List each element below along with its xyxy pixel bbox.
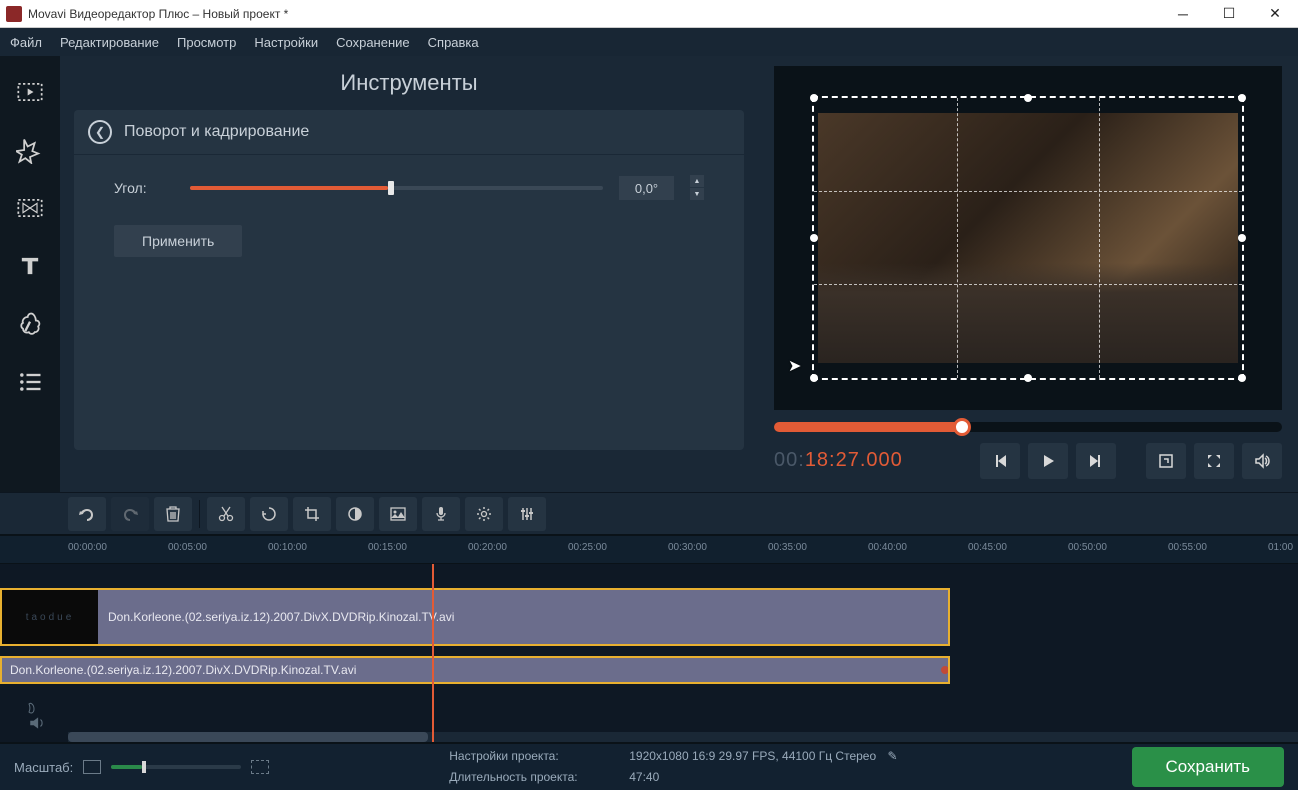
crop-handle-ml[interactable] bbox=[810, 234, 818, 242]
ruler-tick: 00:55:00 bbox=[1168, 542, 1207, 553]
close-button[interactable]: ✕ bbox=[1252, 0, 1298, 28]
delete-button[interactable] bbox=[154, 497, 192, 531]
tools-panel-title: Инструменты bbox=[74, 70, 744, 96]
ruler-tick: 00:45:00 bbox=[968, 542, 1007, 553]
back-button[interactable]: ❮ bbox=[88, 120, 112, 144]
angle-value[interactable]: 0,0° bbox=[619, 176, 674, 200]
ruler-tick: 00:25:00 bbox=[568, 542, 607, 553]
ruler-tick: 00:40:00 bbox=[868, 542, 907, 553]
undo-button[interactable] bbox=[68, 497, 106, 531]
preview-area: ➤ 00:18:27.000 bbox=[758, 56, 1298, 492]
crop-handle-bm[interactable] bbox=[1024, 374, 1032, 382]
menubar: Файл Редактирование Просмотр Настройки С… bbox=[0, 28, 1298, 56]
clip-thumbnail: taodue bbox=[2, 590, 98, 644]
app-icon bbox=[6, 6, 22, 22]
ruler-tick: 00:50:00 bbox=[1068, 542, 1107, 553]
timeline-playhead[interactable] bbox=[432, 564, 434, 742]
menu-view[interactable]: Просмотр bbox=[177, 35, 236, 50]
rotate-button[interactable] bbox=[250, 497, 288, 531]
timeline: 00:00:00 00:05:00 00:10:00 00:15:00 00:20:00… bbox=[0, 534, 1298, 742]
menu-edit[interactable]: Редактирование bbox=[60, 35, 159, 50]
crop-handle-tr[interactable] bbox=[1238, 94, 1246, 102]
speaker-icon-2 bbox=[28, 716, 46, 730]
menu-save[interactable]: Сохранение bbox=[336, 35, 410, 50]
menu-help[interactable]: Справка bbox=[428, 35, 479, 50]
video-clip[interactable]: taodue Don.Korleone.(02.seriya.iz.12).20… bbox=[0, 588, 950, 646]
picture-button[interactable] bbox=[379, 497, 417, 531]
timecode: 00:18:27.000 bbox=[774, 449, 980, 473]
edit-icon[interactable]: ✎ bbox=[888, 747, 898, 766]
zoom-label: Масштаб: bbox=[14, 760, 73, 775]
gear-button[interactable] bbox=[465, 497, 503, 531]
clip-name: Don.Korleone.(02.seriya.iz.12).2007.DivX… bbox=[10, 663, 356, 677]
crop-handle-tm[interactable] bbox=[1024, 94, 1032, 102]
sidebar-filters[interactable] bbox=[2, 122, 58, 178]
play-button[interactable] bbox=[1028, 443, 1068, 479]
detach-button[interactable] bbox=[1146, 443, 1186, 479]
prev-button[interactable] bbox=[980, 443, 1020, 479]
ruler-tick: 01:00 bbox=[1268, 542, 1293, 553]
angle-up[interactable]: ▲ bbox=[690, 175, 704, 187]
project-settings-value: 1920x1080 16:9 29.97 FPS, 44100 Гц Стере… bbox=[629, 749, 876, 763]
sidebar-transitions[interactable] bbox=[2, 180, 58, 236]
crop-button[interactable] bbox=[293, 497, 331, 531]
crop-handle-mr[interactable] bbox=[1238, 234, 1246, 242]
preview-progress[interactable] bbox=[774, 422, 1282, 432]
angle-slider[interactable] bbox=[190, 186, 603, 190]
timeline-scrollbar[interactable] bbox=[68, 732, 1298, 742]
statusbar: Масштаб: Настройки проекта: 1920x1080 16… bbox=[0, 742, 1298, 790]
ruler-tick: 00:05:00 bbox=[168, 542, 207, 553]
audio-clip[interactable]: Don.Korleone.(02.seriya.iz.12).2007.DivX… bbox=[0, 656, 950, 684]
rotate-crop-title: Поворот и кадрирование bbox=[124, 123, 309, 141]
crop-handle-bl[interactable] bbox=[810, 374, 818, 382]
zoom-out-icon[interactable] bbox=[83, 760, 101, 774]
clip-name: Don.Korleone.(02.seriya.iz.12).2007.DivX… bbox=[108, 610, 454, 624]
preview-frame[interactable]: ➤ bbox=[774, 66, 1282, 410]
sidebar-titles[interactable] bbox=[2, 238, 58, 294]
cursor-icon: ➤ bbox=[788, 356, 801, 376]
save-button[interactable]: Сохранить bbox=[1132, 747, 1284, 787]
window-title: Movavi Видеоредактор Плюс – Новый проект… bbox=[28, 7, 1160, 21]
crop-handle-tl[interactable] bbox=[810, 94, 818, 102]
sidebar bbox=[0, 56, 60, 492]
zoom-in-icon[interactable] bbox=[251, 760, 269, 774]
angle-label: Угол: bbox=[114, 180, 174, 196]
angle-down[interactable]: ▼ bbox=[690, 188, 704, 200]
menu-settings[interactable]: Настройки bbox=[254, 35, 318, 50]
sidebar-media[interactable] bbox=[2, 64, 58, 120]
ruler-tick: 00:30:00 bbox=[668, 542, 707, 553]
zoom-slider[interactable] bbox=[111, 765, 241, 769]
redo-button[interactable] bbox=[111, 497, 149, 531]
tools-panel: Инструменты ❮ Поворот и кадрирование Уго… bbox=[60, 56, 758, 492]
titlebar: Movavi Видеоредактор Плюс – Новый проект… bbox=[0, 0, 1298, 28]
timeline-toolbar bbox=[0, 492, 1298, 534]
maximize-button[interactable]: ☐ bbox=[1206, 0, 1252, 28]
ruler-tick: 00:10:00 bbox=[268, 542, 307, 553]
sidebar-more[interactable] bbox=[2, 354, 58, 410]
crop-handle-br[interactable] bbox=[1238, 374, 1246, 382]
color-button[interactable] bbox=[336, 497, 374, 531]
next-button[interactable] bbox=[1076, 443, 1116, 479]
apply-button[interactable]: Применить bbox=[114, 225, 242, 257]
ruler-tick: 00:35:00 bbox=[768, 542, 807, 553]
ruler-tick: 00:15:00 bbox=[368, 542, 407, 553]
timeline-body[interactable]: taodue Don.Korleone.(02.seriya.iz.12).20… bbox=[0, 564, 1298, 742]
timeline-ruler[interactable]: 00:00:00 00:05:00 00:10:00 00:15:00 00:20:00… bbox=[0, 534, 1298, 564]
volume-button[interactable] bbox=[1242, 443, 1282, 479]
mixer-button[interactable] bbox=[508, 497, 546, 531]
ruler-tick: 00:20:00 bbox=[468, 542, 507, 553]
mic-button[interactable] bbox=[422, 497, 460, 531]
ruler-tick: 00:00:00 bbox=[68, 542, 107, 553]
project-settings-label: Настройки проекта: bbox=[449, 747, 619, 766]
cut-button[interactable] bbox=[207, 497, 245, 531]
fullscreen-button[interactable] bbox=[1194, 443, 1234, 479]
crop-rectangle[interactable] bbox=[812, 96, 1244, 380]
sidebar-effects[interactable] bbox=[2, 296, 58, 352]
menu-file[interactable]: Файл bbox=[10, 35, 42, 50]
minimize-button[interactable]: ─ bbox=[1160, 0, 1206, 28]
